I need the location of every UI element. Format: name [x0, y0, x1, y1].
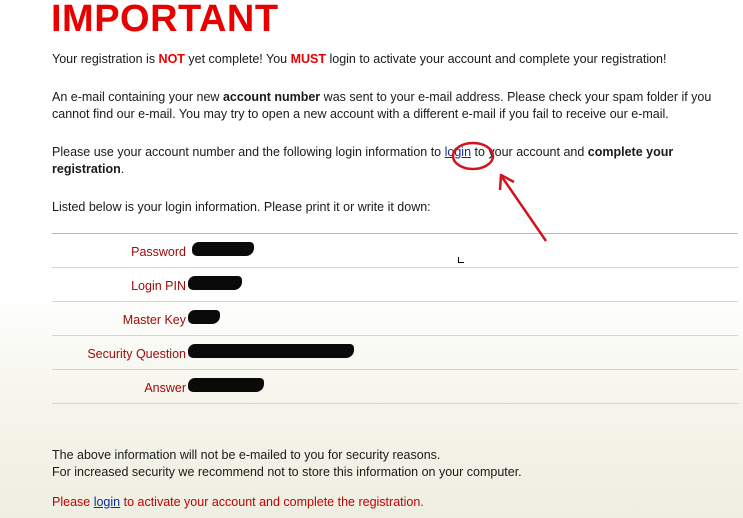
not-emphasis: NOT	[158, 52, 185, 66]
security-note: The above information will not be e-mail…	[52, 448, 441, 462]
warning-text: Your registration is	[52, 52, 159, 66]
page-title: IMPORTANT	[51, 0, 279, 40]
info-row-answer: Answer	[52, 369, 738, 403]
redacted-value	[192, 242, 254, 256]
login-reminder: Please login to activate your account an…	[52, 494, 732, 511]
login-pin-label: Login PIN	[131, 279, 186, 293]
info-row-security-question: Security Question	[52, 335, 738, 369]
redacted-value	[188, 276, 242, 290]
redacted-value	[188, 378, 264, 392]
password-label: Password	[131, 245, 186, 259]
notice-text: An e-mail containing your new	[52, 90, 223, 104]
must-emphasis: MUST	[290, 52, 326, 66]
security-question-label: Security Question	[87, 347, 186, 361]
answer-label: Answer	[144, 381, 186, 395]
bottom-login-link[interactable]: login	[94, 495, 120, 509]
redacted-value	[188, 310, 220, 324]
warning-text: yet complete! You	[184, 52, 291, 66]
master-key-label: Master Key	[122, 313, 186, 327]
text-cursor	[458, 257, 464, 263]
reminder-text: to activate your account and complete th…	[120, 495, 424, 509]
email-notice: An e-mail containing your new account nu…	[52, 89, 728, 123]
info-row-login-pin: Login PIN	[52, 267, 738, 301]
table-bottom-divider	[52, 403, 738, 404]
login-info-table: Password Login PIN Master Key Security Q…	[52, 233, 738, 404]
login-instructions: Please use your account number and the f…	[52, 144, 728, 178]
login-info-intro: Listed below is your login information. …	[52, 200, 431, 214]
registration-warning: Your registration is NOT yet complete! Y…	[52, 51, 732, 68]
info-row-master-key: Master Key	[52, 301, 738, 335]
instruction-text: .	[120, 162, 125, 176]
account-number-emphasis: account number	[222, 90, 321, 104]
redacted-value	[188, 344, 354, 358]
storage-note: For increased security we recommend not …	[52, 465, 522, 479]
instruction-text: Please use your account number and the f…	[52, 145, 445, 159]
reminder-text: Please	[52, 495, 94, 509]
instruction-text: to your account and	[471, 145, 588, 159]
info-row-password: Password	[52, 233, 738, 267]
login-link[interactable]: login	[445, 145, 471, 159]
warning-text: login to activate your account and compl…	[326, 52, 667, 66]
